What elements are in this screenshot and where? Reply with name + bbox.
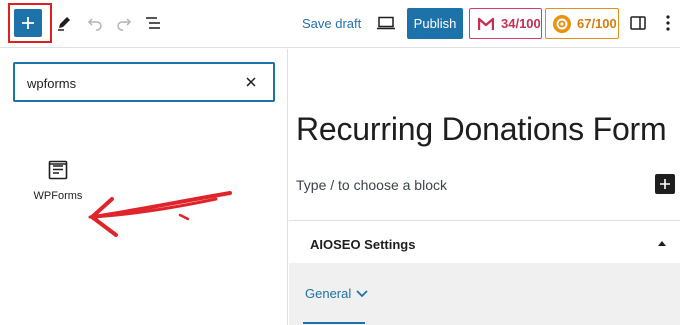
more-vertical-icon <box>666 15 670 31</box>
block-inserter-button[interactable] <box>14 9 42 37</box>
redo-icon <box>117 18 132 31</box>
tools-button[interactable] <box>53 12 75 34</box>
post-title[interactable]: Recurring Donations Form <box>296 111 667 148</box>
preview-button[interactable] <box>374 12 398 34</box>
block-item-wpforms[interactable]: WPForms <box>26 154 90 214</box>
tab-general-label: General <box>305 286 352 301</box>
block-search <box>13 62 275 102</box>
undo-icon <box>87 18 102 31</box>
clear-search-button[interactable] <box>241 72 261 92</box>
block-item-label: WPForms <box>33 190 83 202</box>
tab-general[interactable]: General <box>305 286 368 301</box>
wpforms-icon <box>48 160 68 180</box>
add-block-button[interactable] <box>655 174 675 194</box>
aioseo-score-value: 67/100 <box>577 16 617 31</box>
publish-button[interactable]: Publish <box>407 8 463 39</box>
seo-score-value: 34/100 <box>501 16 541 31</box>
tab-active-indicator <box>303 322 365 324</box>
redo-button[interactable] <box>113 12 135 34</box>
seo-score-badge[interactable]: 34/100 <box>469 8 542 39</box>
aioseo-settings-header[interactable]: AIOSEO Settings <box>289 221 680 263</box>
chevron-up-icon <box>658 241 666 246</box>
plus-icon <box>660 179 670 189</box>
aioseo-tabs: General <box>289 263 680 325</box>
seo-m-logo-icon <box>475 13 497 35</box>
close-icon <box>246 77 256 87</box>
undo-button[interactable] <box>84 12 106 34</box>
plus-icon <box>22 17 34 29</box>
settings-sidebar-button[interactable] <box>627 12 649 34</box>
document-overview-button[interactable] <box>142 12 164 34</box>
desktop-preview-icon <box>377 16 395 30</box>
pencil-icon <box>58 17 70 31</box>
aioseo-settings-panel: AIOSEO Settings General <box>289 220 680 325</box>
annotation-arrow <box>88 191 232 237</box>
editor-toolbar: Save draft Publish 34/100 67/100 <box>0 0 680 48</box>
aioseo-gear-icon <box>551 13 573 35</box>
save-draft-button[interactable]: Save draft <box>302 16 361 31</box>
aioseo-settings-title: AIOSEO Settings <box>310 237 416 252</box>
sidebar-icon <box>630 16 646 30</box>
chevron-down-icon <box>356 289 368 297</box>
block-search-input[interactable] <box>27 74 227 92</box>
aioseo-score-badge[interactable]: 67/100 <box>545 8 619 39</box>
block-inserter-panel: WPForms <box>0 49 288 325</box>
list-view-icon <box>146 17 160 29</box>
editor-canvas: Recurring Donations Form Type / to choos… <box>289 49 680 325</box>
block-appender-placeholder[interactable]: Type / to choose a block <box>296 177 447 193</box>
options-menu-button[interactable] <box>661 12 675 34</box>
